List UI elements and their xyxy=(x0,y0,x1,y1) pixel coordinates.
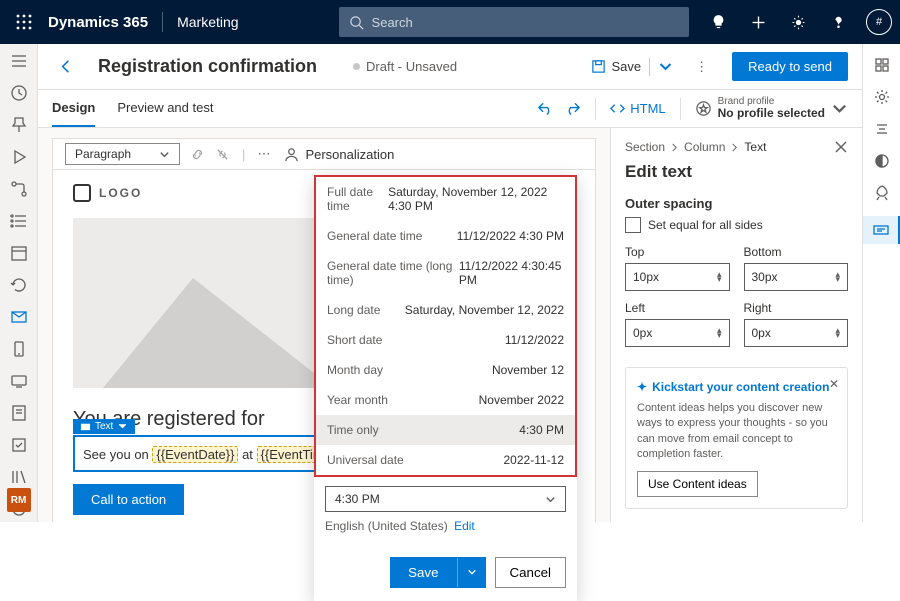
area-switcher[interactable]: RM xyxy=(7,488,31,512)
right-nav xyxy=(862,44,900,522)
library-icon[interactable] xyxy=(10,468,28,486)
left-nav: RM xyxy=(0,44,38,522)
html-button[interactable]: HTML xyxy=(610,101,665,116)
date-format-option[interactable]: Long dateSaturday, November 12, 2022 xyxy=(316,295,575,325)
use-content-ideas-button[interactable]: Use Content ideas xyxy=(637,471,758,497)
gear-icon[interactable] xyxy=(873,88,891,106)
chevron-down-icon xyxy=(831,100,848,117)
unlink-icon[interactable] xyxy=(215,147,230,162)
popup-save-button[interactable]: Save xyxy=(390,557,485,588)
email-body-line: See you on {{EventDate}} at {{EventTime}… xyxy=(83,446,347,463)
add-icon[interactable] xyxy=(740,4,776,40)
sms-icon[interactable] xyxy=(10,340,28,358)
rocket-icon[interactable] xyxy=(873,184,891,202)
command-bar: Registration confirmation Draft - Unsave… xyxy=(38,44,862,90)
spacing-bottom-input[interactable]: 30px▴▾ xyxy=(744,263,849,291)
outer-spacing-label: Outer spacing xyxy=(625,196,848,211)
date-format-option[interactable]: Year monthNovember 2022 xyxy=(316,385,575,415)
more-nav-icon[interactable] xyxy=(10,436,28,454)
date-format-option[interactable]: Month dayNovember 12 xyxy=(316,355,575,385)
elements-icon[interactable] xyxy=(873,56,891,74)
redo-icon[interactable] xyxy=(564,100,581,117)
menu-icon[interactable] xyxy=(10,52,28,70)
divider xyxy=(162,12,163,32)
save-split-chevron[interactable] xyxy=(457,558,486,587)
refresh-icon[interactable] xyxy=(10,276,28,294)
tab-design[interactable]: Design xyxy=(52,90,95,127)
save-button[interactable]: Save xyxy=(587,54,678,80)
chevron-down-icon[interactable] xyxy=(658,59,673,74)
block-tag[interactable]: Text xyxy=(73,419,135,434)
status-badge: Draft - Unsaved xyxy=(353,59,457,74)
date-format-option[interactable]: Universal date2022-11-12 xyxy=(316,445,575,475)
brand-profile-selector[interactable]: Brand profile No profile selected xyxy=(695,96,848,120)
locale-row: English (United States) Edit xyxy=(325,519,566,533)
search-box[interactable]: Search xyxy=(339,7,689,37)
user-avatar[interactable]: # xyxy=(866,9,892,35)
back-button[interactable] xyxy=(52,53,80,81)
link-icon[interactable] xyxy=(190,147,205,162)
personalization-button[interactable]: Personalization xyxy=(284,147,394,162)
undo-icon[interactable] xyxy=(537,100,554,117)
set-equal-checkbox[interactable]: Set equal for all sides xyxy=(625,217,848,233)
calendar-icon[interactable] xyxy=(10,244,28,262)
list-icon[interactable] xyxy=(10,212,28,230)
callout-close[interactable]: ✕ xyxy=(829,376,839,393)
help-icon[interactable] xyxy=(820,4,856,40)
date-format-option[interactable]: Time only4:30 PM xyxy=(316,415,575,445)
date-format-list: Full date timeSaturday, November 12, 202… xyxy=(314,175,577,477)
date-format-input[interactable]: 4:30 PM xyxy=(325,486,566,512)
date-format-option[interactable]: Short date11/12/2022 xyxy=(316,325,575,355)
date-format-option[interactable]: General date time11/12/2022 4:30 PM xyxy=(316,221,575,251)
breadcrumb: Section Column Text xyxy=(625,140,848,154)
more-commands[interactable]: ⋮ xyxy=(687,55,716,79)
journey-icon[interactable] xyxy=(10,180,28,198)
global-header: Dynamics 365 Marketing Search # xyxy=(0,0,900,44)
toolbar-more[interactable]: ⋯ xyxy=(257,146,270,162)
date-format-option[interactable]: General date time (long time)11/12/2022 … xyxy=(316,251,575,295)
alignment-icon[interactable] xyxy=(873,120,891,138)
canvas-toolbar: Paragraph | ⋯ Personalization xyxy=(52,138,596,170)
logo-text: LOGO xyxy=(99,186,142,200)
recent-icon[interactable] xyxy=(10,84,28,102)
edit-locale-link[interactable]: Edit xyxy=(454,519,475,533)
token-event-date[interactable]: {{EventDate}} xyxy=(152,446,238,463)
content-ideas-callout: ✕ Kickstart your content creation Conten… xyxy=(625,367,848,509)
spacing-top-input[interactable]: 10px▴▾ xyxy=(625,263,730,291)
header-actions: # xyxy=(700,4,892,40)
pin-icon[interactable] xyxy=(10,116,28,134)
lightbulb-icon[interactable] xyxy=(700,4,736,40)
push-icon[interactable] xyxy=(10,372,28,390)
paragraph-selector[interactable]: Paragraph xyxy=(65,143,180,165)
date-format-popup: Full date timeSaturday, November 12, 202… xyxy=(314,175,577,601)
cta-button[interactable]: Call to action xyxy=(73,484,184,515)
brand: Dynamics 365 xyxy=(48,14,148,31)
search-placeholder: Search xyxy=(372,15,413,30)
logo-icon xyxy=(73,184,91,202)
page-title: Registration confirmation xyxy=(98,56,317,77)
callout-body: Content ideas helps you discover new way… xyxy=(637,401,836,463)
save-label: Save xyxy=(612,59,642,74)
property-panel: Section Column Text Edit text Outer spac… xyxy=(610,128,862,522)
app-name: Marketing xyxy=(177,14,238,30)
spacing-left-input[interactable]: 0px▴▾ xyxy=(625,319,730,347)
active-right-tab[interactable] xyxy=(863,216,900,244)
ready-to-send-button[interactable]: Ready to send xyxy=(732,52,848,81)
form-icon[interactable] xyxy=(10,404,28,422)
search-icon xyxy=(349,15,364,30)
play-icon[interactable] xyxy=(10,148,28,166)
date-format-option[interactable]: Full date timeSaturday, November 12, 202… xyxy=(316,177,575,221)
popup-cancel-button[interactable]: Cancel xyxy=(495,557,567,588)
panel-title: Edit text xyxy=(625,162,848,182)
tab-preview[interactable]: Preview and test xyxy=(117,90,213,127)
close-panel[interactable] xyxy=(834,140,848,157)
tabs: Design Preview and test HTML Brand profi… xyxy=(38,90,862,128)
spacing-right-input[interactable]: 0px▴▾ xyxy=(744,319,849,347)
settings-icon[interactable] xyxy=(780,4,816,40)
app-launcher[interactable] xyxy=(8,6,40,38)
email-icon[interactable] xyxy=(10,308,28,326)
theme-icon[interactable] xyxy=(873,152,891,170)
